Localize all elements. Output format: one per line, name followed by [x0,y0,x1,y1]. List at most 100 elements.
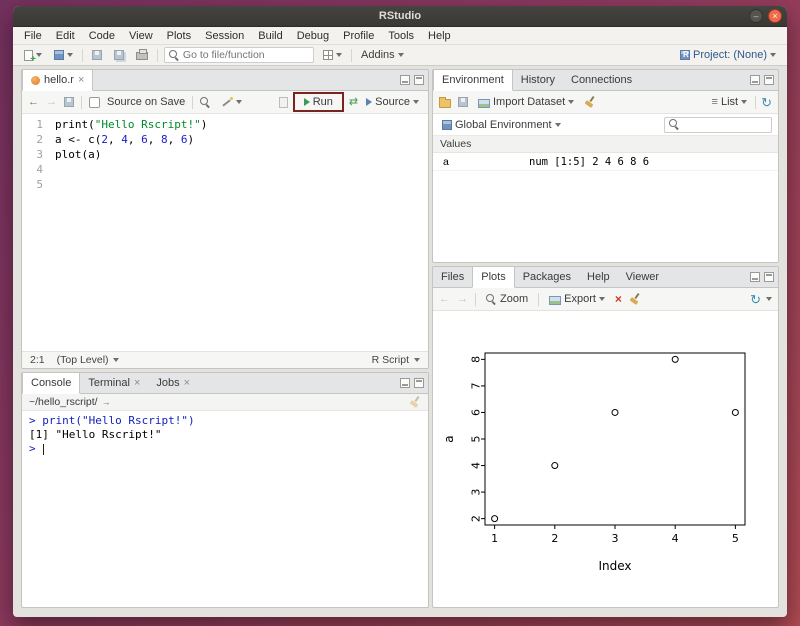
menu-code[interactable]: Code [82,30,122,42]
environment-search[interactable] [664,117,772,133]
source-button[interactable]: Source [363,95,422,109]
toolbar-separator [82,49,83,62]
save-all-icon [114,50,124,60]
menu-build[interactable]: Build [251,30,289,42]
load-workspace-icon[interactable] [439,99,451,108]
goto-file-input[interactable] [183,49,309,61]
pane-buttons [400,378,424,388]
print-button[interactable] [133,49,151,61]
save-button[interactable] [89,49,105,61]
menu-debug[interactable]: Debug [290,30,336,42]
refresh-icon[interactable]: ↻ [761,96,772,109]
goto-file-search[interactable] [164,47,314,63]
tab-jobs[interactable]: Jobs× [148,373,198,393]
scope-selector[interactable]: (Top Level) [57,354,119,366]
line-number: 1 [22,117,43,132]
minimize-pane-icon[interactable] [400,75,410,85]
minimize-pane-icon[interactable] [750,75,760,85]
code-editor[interactable]: 12345 print("Hello Rscript!")a <- c(2, 4… [22,114,428,192]
code-line: a <- c(2, 4, 6, 8, 6) [55,132,207,147]
tab-packages[interactable]: Packages [515,267,579,287]
desktop-background: RStudio – × File Edit Code View Plots Se… [0,0,800,626]
project-selector[interactable]: Project: (None) [677,48,779,62]
clear-plots-icon[interactable] [629,293,641,305]
forward-icon[interactable]: → [46,97,57,108]
tab-history[interactable]: History [513,70,563,90]
svg-text:5: 5 [732,532,739,545]
close-icon[interactable]: × [184,377,190,389]
close-icon[interactable]: × [134,377,140,389]
tab-viewer[interactable]: Viewer [618,267,667,287]
compile-report-icon[interactable] [279,97,288,108]
maximize-pane-icon[interactable] [764,75,774,85]
import-dataset-button[interactable]: Import Dataset [475,95,577,109]
export-button[interactable]: Export [546,292,608,306]
window-titlebar[interactable]: RStudio – × [13,6,787,27]
menu-help[interactable]: Help [421,30,458,42]
menu-view[interactable]: View [122,30,160,42]
new-project-button[interactable] [51,49,76,61]
svg-text:6: 6 [470,409,483,416]
environment-scope-selector[interactable]: Global Environment [439,118,564,132]
minimize-button[interactable]: – [749,9,763,23]
next-plot-icon[interactable]: → [457,294,468,305]
save-all-button[interactable] [111,49,127,61]
menu-plots[interactable]: Plots [160,30,198,42]
section-label: Values [440,138,471,150]
print-icon [136,52,148,60]
code-tools-button[interactable] [218,95,245,109]
back-icon[interactable]: ← [28,97,39,108]
tab-plots[interactable]: Plots [472,267,514,288]
menu-session[interactable]: Session [198,30,251,42]
new-file-button[interactable] [21,49,45,62]
save-icon[interactable] [64,97,74,107]
svg-text:1: 1 [491,532,498,545]
source-on-save-checkbox[interactable] [89,97,100,108]
close-button[interactable]: × [768,9,782,23]
minimize-pane-icon[interactable] [750,272,760,282]
menu-profile[interactable]: Profile [336,30,381,42]
minimize-pane-icon[interactable] [400,378,410,388]
maximize-pane-icon[interactable] [764,272,774,282]
open-directory-icon[interactable]: → [102,398,111,407]
tab-hello-r[interactable]: hello.r × [22,70,93,91]
tab-terminal[interactable]: Terminal× [80,373,148,393]
environment-pane: Environment History Connections Import D… [432,69,779,263]
remove-plot-icon[interactable]: × [615,293,622,305]
tab-console[interactable]: Console [22,373,80,394]
tab-environment[interactable]: Environment [433,70,513,91]
clear-environment-icon[interactable] [584,96,596,108]
variable-row[interactable]: anum [1:5] 2 4 6 8 6 [433,153,778,171]
console-output[interactable]: > print("Hello Rscript!")[1] "Hello Rscr… [22,411,428,459]
clear-console-icon[interactable] [409,396,421,408]
svg-text:5: 5 [470,436,483,443]
tab-files[interactable]: Files [433,267,472,287]
tab-connections[interactable]: Connections [563,70,640,90]
file-type-selector[interactable]: R Script [372,354,420,366]
find-replace-icon[interactable] [200,97,211,108]
search-icon [669,119,679,130]
rerun-icon[interactable]: ⇄ [349,97,358,108]
close-icon[interactable]: × [78,74,84,86]
run-button[interactable]: Run [301,95,336,109]
menu-edit[interactable]: Edit [49,30,82,42]
tab-label: Environment [442,74,504,86]
environment-search-input[interactable] [682,119,767,130]
addins-button[interactable]: Addins [358,48,407,62]
line-number: 4 [22,162,43,177]
maximize-pane-icon[interactable] [414,75,424,85]
menu-tools[interactable]: Tools [381,30,421,42]
maximize-pane-icon[interactable] [414,378,424,388]
previous-plot-icon[interactable]: ← [439,294,450,305]
pane-buttons [750,272,774,282]
main-toolbar: Addins Project: (None) [13,45,787,66]
zoom-button[interactable]: Zoom [483,292,531,306]
list-view-button[interactable]: ≡List [709,95,751,109]
project-label: Project: (None) [693,49,767,61]
publish-icon[interactable]: ↻ [750,293,761,306]
pane-layout-button[interactable] [320,49,345,61]
toolbar-separator [157,49,158,62]
tab-help[interactable]: Help [579,267,618,287]
save-workspace-icon[interactable] [458,97,468,107]
menu-file[interactable]: File [17,30,49,42]
